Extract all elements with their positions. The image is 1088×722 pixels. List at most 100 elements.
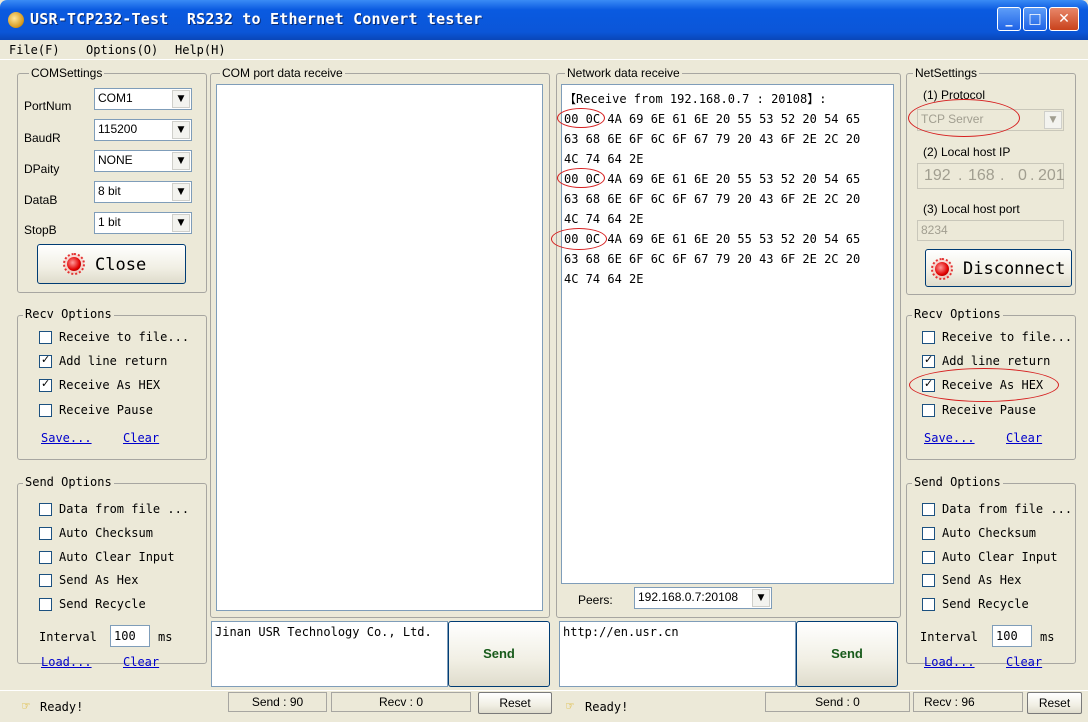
peers-label: Peers:: [578, 593, 613, 607]
close-window-button[interactable]: ✕: [1049, 7, 1079, 31]
com-close-button[interactable]: Close: [37, 244, 186, 284]
parity-label: DPaity: [24, 162, 60, 176]
left-data-from-file-checkbox[interactable]: [39, 503, 52, 516]
left-interval-input[interactable]: 100: [110, 625, 150, 647]
status-led-icon: [935, 262, 949, 276]
recv-line: 63 68 6E 6F 6C 6F 67 79 20 43 6F 2E 2C 2…: [564, 132, 861, 146]
left-receive-to-file-checkbox[interactable]: [39, 331, 52, 344]
left-clear-recv-link[interactable]: Clear: [123, 431, 159, 445]
local-port-value: 8234: [921, 223, 948, 237]
left-auto-clear-input-checkbox[interactable]: [39, 551, 52, 564]
com-receive-textarea[interactable]: [216, 84, 543, 611]
baudrate-select[interactable]: 115200 ▼: [94, 119, 192, 141]
left-auto-checksum-checkbox[interactable]: [39, 527, 52, 540]
left-interval-value: 100: [114, 629, 136, 643]
stopbits-label: StopB: [24, 223, 57, 237]
net-send-button[interactable]: Send: [796, 621, 898, 687]
left-send-as-hex-checkbox[interactable]: [39, 574, 52, 587]
disconnect-button[interactable]: Disconnect: [925, 249, 1072, 287]
right-send-recycle-checkbox[interactable]: [922, 598, 935, 611]
right-send-as-hex-checkbox[interactable]: [922, 574, 935, 587]
peers-value: 192.168.0.7:20108: [638, 590, 739, 604]
menu-file[interactable]: File(F): [9, 43, 60, 57]
recv-line: 4C 74 64 2E: [564, 152, 644, 166]
net-send-input[interactable]: http://en.usr.cn: [559, 621, 796, 687]
databits-select[interactable]: 8 bit ▼: [94, 181, 192, 203]
portnum-value: COM1: [98, 91, 133, 105]
status-led-icon: [67, 257, 81, 271]
local-port-input[interactable]: 8234: [917, 220, 1064, 241]
left-interval-unit: ms: [158, 630, 173, 644]
com-settings-title: COMSettings: [29, 66, 105, 80]
com-send-text: Jinan USR Technology Co., Ltd.: [215, 625, 432, 639]
net-send-label: Send: [831, 646, 863, 661]
right-auto-clear-input-checkbox[interactable]: [922, 551, 935, 564]
recv-line: 00 0C 4A 69 6E 61 6E 20 55 53 52 20 54 6…: [564, 232, 861, 246]
app-icon[interactable]: [8, 12, 24, 28]
com-send-label: Send: [483, 646, 515, 661]
portnum-label: PortNum: [24, 99, 72, 113]
right-interval-input[interactable]: 100: [992, 625, 1032, 647]
right-receive-to-file-checkbox[interactable]: [922, 331, 935, 344]
com-status-ready: Ready!: [40, 700, 84, 714]
portnum-select[interactable]: COM1 ▼: [94, 88, 192, 110]
com-send-button[interactable]: Send: [448, 621, 550, 687]
left-clear-send-link[interactable]: Clear: [123, 655, 159, 669]
databits-label: DataB: [24, 193, 58, 207]
right-auto-clear-input-label: Auto Clear Input: [942, 550, 1058, 564]
network-receive-textarea[interactable]: 【Receive from 192.168.0.7 : 20108】: 00 0…: [561, 84, 894, 584]
left-auto-checksum-label: Auto Checksum: [59, 526, 153, 540]
right-save-link[interactable]: Save...: [924, 431, 975, 445]
local-ip-label: (2) Local host IP: [923, 145, 1011, 159]
left-save-link[interactable]: Save...: [41, 431, 92, 445]
left-load-link[interactable]: Load...: [41, 655, 92, 669]
maximize-button[interactable]: □: [1023, 7, 1047, 31]
left-send-recycle-checkbox[interactable]: [39, 598, 52, 611]
com-reset-label: Reset: [499, 696, 531, 710]
com-receive-title: COM port data receive: [220, 66, 345, 80]
right-load-link[interactable]: Load...: [924, 655, 975, 669]
recv-line: 63 68 6E 6F 6C 6F 67 79 20 43 6F 2E 2C 2…: [564, 192, 861, 206]
parity-select[interactable]: NONE ▼: [94, 150, 192, 172]
net-send-counter: Send : 0: [765, 692, 910, 712]
left-send-as-hex-label: Send As Hex: [59, 573, 139, 587]
right-clear-send-link[interactable]: Clear: [1006, 655, 1042, 669]
minimize-button[interactable]: _: [997, 7, 1021, 31]
chevron-down-icon: ▼: [1044, 111, 1062, 129]
right-auto-checksum-checkbox[interactable]: [922, 527, 935, 540]
left-add-line-return-checkbox[interactable]: [39, 353, 52, 368]
disconnect-label: Disconnect: [963, 259, 1066, 279]
stopbits-select[interactable]: 1 bit ▼: [94, 212, 192, 234]
menu-bar: [0, 40, 1088, 60]
parity-value: NONE: [98, 153, 133, 167]
ip-octet-3: 0: [1018, 167, 1027, 184]
recv-line: 63 68 6E 6F 6C 6F 67 79 20 43 6F 2E 2C 2…: [564, 252, 861, 266]
com-send-input[interactable]: Jinan USR Technology Co., Ltd.: [211, 621, 448, 687]
net-reset-button[interactable]: Reset: [1027, 692, 1082, 714]
annotation-ellipse: [551, 228, 607, 250]
left-receive-as-hex-checkbox[interactable]: [39, 377, 52, 392]
local-ip-input[interactable]: 192 . 168 . 0 . 201: [917, 163, 1065, 189]
menu-options[interactable]: Options(O): [86, 43, 158, 57]
ip-octet-1: 192: [924, 167, 951, 184]
left-send-recycle-label: Send Recycle: [59, 597, 146, 611]
left-receive-pause-label: Receive Pause: [59, 403, 153, 417]
com-reset-button[interactable]: Reset: [478, 692, 552, 714]
peers-select[interactable]: 192.168.0.7:20108 ▼: [634, 587, 772, 609]
chevron-down-icon: ▼: [172, 152, 190, 170]
right-add-line-return-checkbox[interactable]: [922, 353, 935, 368]
recv-line: 4C 74 64 2E: [564, 212, 644, 226]
left-receive-pause-checkbox[interactable]: [39, 404, 52, 417]
net-settings-title: NetSettings: [913, 66, 980, 80]
right-clear-recv-link[interactable]: Clear: [1006, 431, 1042, 445]
left-auto-clear-input-label: Auto Clear Input: [59, 550, 175, 564]
net-reset-label: Reset: [1038, 696, 1071, 710]
net-send-text: http://en.usr.cn: [563, 625, 679, 639]
close-icon: ✕: [1058, 11, 1070, 27]
right-receive-pause-checkbox[interactable]: [922, 404, 935, 417]
window-title: USR-TCP232-Test RS232 to Ethernet Conver…: [30, 10, 483, 28]
right-data-from-file-checkbox[interactable]: [922, 503, 935, 516]
right-data-from-file-label: Data from file ...: [942, 502, 1073, 516]
maximize-icon: □: [1028, 11, 1042, 27]
menu-help[interactable]: Help(H): [175, 43, 226, 57]
